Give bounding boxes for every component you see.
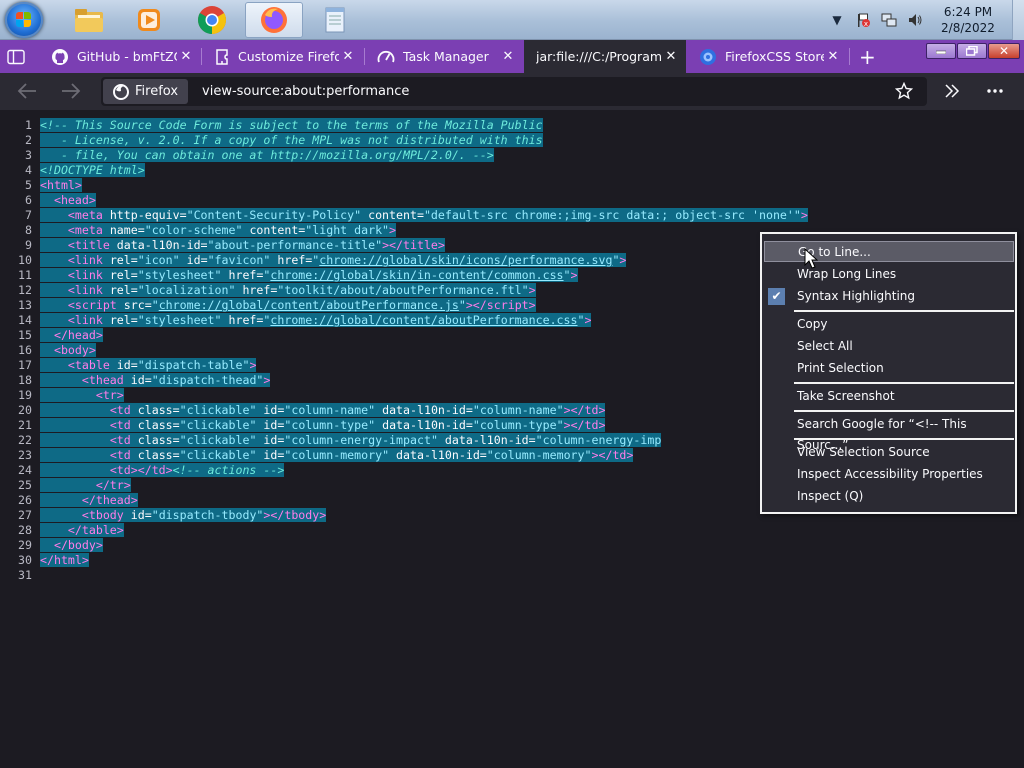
source-line: 28 </table> bbox=[18, 523, 124, 537]
menu-item-wrap-long-lines[interactable]: Wrap Long Lines bbox=[764, 264, 1014, 285]
identity-label: Firefox bbox=[135, 84, 179, 99]
taskbar-firefox[interactable] bbox=[245, 2, 303, 38]
window-close-button[interactable]: ✕ bbox=[988, 43, 1020, 59]
tab-firefoxcss-store[interactable]: FirefoxCSS Store ✕ bbox=[687, 40, 848, 73]
tab-strip: GitHub - bmFtZQ/ ✕ Customize Firefox ✕ T… bbox=[0, 40, 1024, 73]
taskbar-explorer[interactable] bbox=[60, 2, 118, 38]
menu-item-search-google[interactable]: Search Google for “<!-- This Sourc...” bbox=[764, 414, 1014, 452]
mouse-cursor-icon bbox=[804, 248, 818, 269]
menu-item-inspect[interactable]: Inspect (Q) bbox=[764, 486, 1014, 507]
start-button[interactable] bbox=[5, 2, 43, 38]
taskbar-clock[interactable]: 6:24 PM 2/8/2022 bbox=[928, 4, 1008, 36]
more-dots-icon bbox=[987, 89, 1003, 93]
app-menu-button[interactable] bbox=[986, 82, 1004, 104]
tab-task-manager[interactable]: Task Manager ✕ bbox=[365, 40, 523, 73]
gauge-icon bbox=[377, 50, 395, 62]
windows-taskbar: ▼ x 6:24 PM 2/8/2022 bbox=[0, 0, 1024, 40]
store-icon bbox=[700, 48, 716, 65]
menu-separator bbox=[794, 382, 1014, 384]
plus-icon: + bbox=[859, 44, 876, 69]
close-icon[interactable]: ✕ bbox=[499, 49, 517, 64]
restore-icon bbox=[966, 46, 978, 56]
new-tab-button[interactable]: + bbox=[852, 40, 882, 73]
firefox-icon bbox=[261, 7, 287, 33]
chrome-icon bbox=[198, 6, 226, 34]
puzzle-icon bbox=[216, 48, 228, 65]
close-icon: ✕ bbox=[998, 44, 1010, 58]
source-line: 30 </html> bbox=[18, 553, 89, 567]
restore-button[interactable] bbox=[957, 43, 987, 59]
tab-title: FirefoxCSS Store bbox=[725, 49, 824, 64]
tab-view-source[interactable]: jar:file:///C:/Program% ✕ bbox=[524, 40, 686, 73]
clock-date: 2/8/2022 bbox=[941, 21, 995, 35]
context-menu: Go to Line... Wrap Long Lines ✔ Syntax H… bbox=[760, 232, 1017, 514]
volume-icon[interactable] bbox=[906, 11, 924, 29]
source-line: 4 <!DOCTYPE html> bbox=[25, 163, 145, 177]
arrow-right-icon bbox=[62, 83, 81, 99]
tab-title: Task Manager bbox=[403, 49, 489, 64]
source-line: 31 bbox=[18, 568, 32, 582]
menu-item-view-selection-source[interactable]: View Selection Source bbox=[764, 442, 1014, 463]
taskbar-notepad[interactable] bbox=[306, 2, 364, 38]
menu-separator bbox=[794, 310, 1014, 312]
menu-item-syntax-highlighting[interactable]: ✔ Syntax Highlighting bbox=[764, 286, 1014, 307]
tab-title: jar:file:///C:/Program% bbox=[536, 49, 662, 64]
url-bar[interactable]: Firefox view-source:about:performance bbox=[101, 77, 927, 106]
taskbar-media-player[interactable] bbox=[120, 2, 178, 38]
show-desktop-button[interactable] bbox=[1012, 0, 1024, 40]
star-icon bbox=[894, 81, 914, 100]
close-icon[interactable]: ✕ bbox=[339, 49, 357, 64]
sidebar-icon bbox=[7, 49, 25, 64]
menu-item-go-to-line[interactable]: Go to Line... bbox=[764, 241, 1014, 262]
menu-item-take-screenshot[interactable]: Take Screenshot bbox=[764, 386, 1014, 407]
arrow-left-icon bbox=[17, 83, 36, 99]
notepad-icon bbox=[325, 7, 345, 33]
close-icon[interactable]: ✕ bbox=[824, 49, 842, 64]
firefox-logo-icon bbox=[113, 83, 129, 100]
minimize-icon bbox=[936, 50, 946, 54]
menu-item-select-all[interactable]: Select All bbox=[764, 336, 1014, 357]
source-line: 3 - file, You can obtain one at http://m… bbox=[25, 148, 494, 162]
source-line: 29 </body> bbox=[18, 538, 103, 552]
menu-item-inspect-accessibility[interactable]: Inspect Accessibility Properties bbox=[764, 464, 1014, 485]
clock-time: 6:24 PM bbox=[943, 5, 993, 19]
chevron-up-icon[interactable]: ▼ bbox=[828, 11, 846, 29]
tab-github[interactable]: GitHub - bmFtZQ/ ✕ bbox=[39, 40, 201, 73]
tab-title: GitHub - bmFtZQ/ bbox=[77, 49, 177, 64]
chevrons-right-icon bbox=[945, 84, 960, 98]
github-icon bbox=[52, 48, 68, 65]
system-tray: ▼ x 6:24 PM 2/8/2022 bbox=[824, 0, 1024, 40]
checkmark-icon: ✔ bbox=[768, 288, 785, 305]
identity-box[interactable]: Firefox bbox=[103, 79, 189, 104]
minimize-button[interactable] bbox=[926, 43, 956, 59]
folder-icon bbox=[75, 9, 103, 32]
menu-separator bbox=[794, 438, 1014, 440]
menu-item-copy[interactable]: Copy bbox=[764, 314, 1014, 335]
windows-logo-icon bbox=[16, 12, 32, 28]
source-line: 7 <meta http-equiv="Content-Security-Pol… bbox=[25, 208, 808, 222]
overflow-button[interactable] bbox=[943, 82, 961, 104]
close-icon[interactable]: ✕ bbox=[177, 49, 195, 64]
taskbar-chrome[interactable] bbox=[183, 2, 241, 38]
bookmark-star-button[interactable] bbox=[894, 81, 914, 104]
action-center-flag-icon[interactable]: x bbox=[854, 11, 872, 29]
menu-item-print-selection[interactable]: Print Selection bbox=[764, 358, 1014, 379]
tab-title: Customize Firefox bbox=[238, 49, 339, 64]
network-icon[interactable] bbox=[880, 11, 898, 29]
forward-button[interactable] bbox=[60, 81, 82, 105]
media-player-icon bbox=[138, 9, 160, 31]
sidebar-toggle-button[interactable] bbox=[0, 40, 36, 73]
url-text[interactable]: view-source:about:performance bbox=[202, 84, 409, 99]
source-line: 6 <head> bbox=[25, 193, 96, 207]
source-line: 2 - License, v. 2.0. If a copy of the MP… bbox=[25, 133, 543, 147]
source-line: 5 <html> bbox=[25, 178, 82, 192]
tab-customize-firefox[interactable]: Customize Firefox ✕ bbox=[202, 40, 363, 73]
svg-text:x: x bbox=[864, 20, 868, 28]
navigation-toolbar: Firefox view-source:about:performance bbox=[0, 73, 1024, 110]
menu-separator bbox=[794, 410, 1014, 412]
source-line: 1 <!-- This Source Code Form is subject t… bbox=[25, 118, 543, 132]
close-icon[interactable]: ✕ bbox=[662, 49, 680, 64]
back-button[interactable] bbox=[16, 81, 38, 105]
